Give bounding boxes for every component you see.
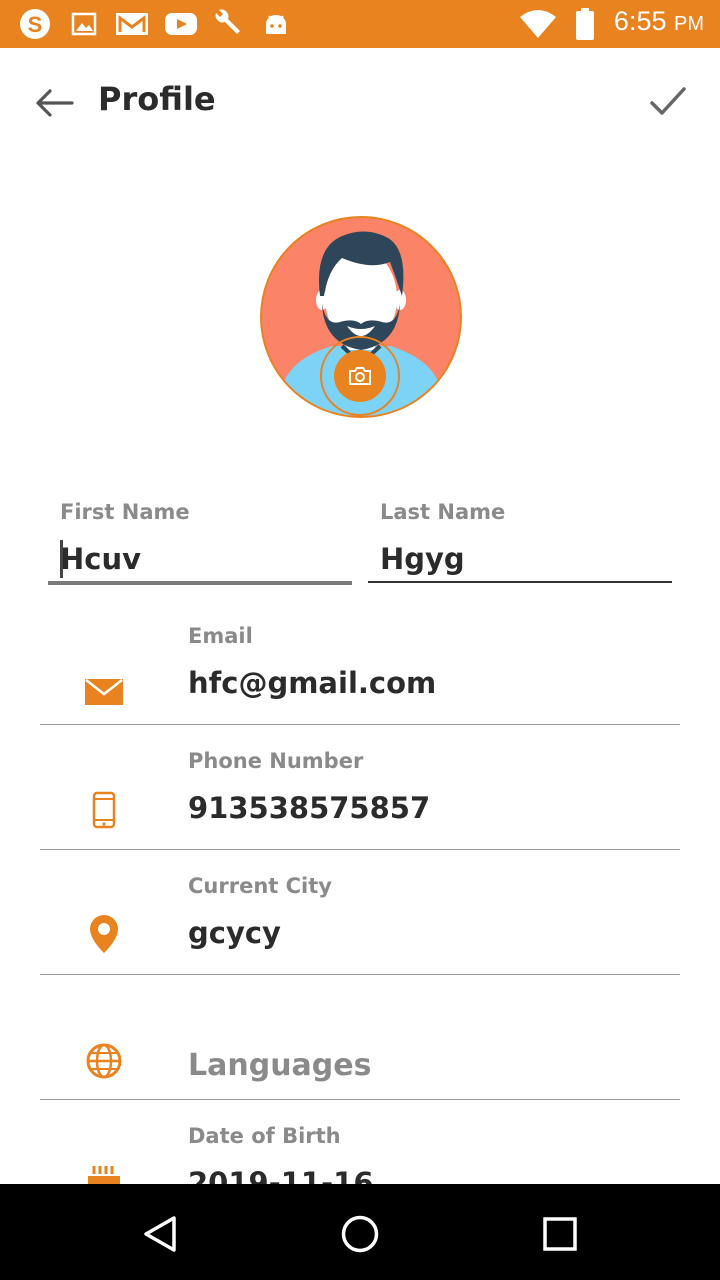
- first-name-label: First Name: [60, 500, 190, 524]
- change-photo-button[interactable]: [334, 350, 386, 402]
- city-label: Current City: [188, 874, 332, 898]
- first-name-underline: [48, 581, 352, 585]
- android-icon: [262, 8, 290, 40]
- status-bar: S 6:55 PM: [0, 0, 720, 48]
- phone-label: Phone Number: [188, 749, 364, 773]
- toolbar: Profile: [0, 48, 720, 158]
- nav-back-icon: [144, 1216, 176, 1252]
- last-name-label: Last Name: [380, 500, 506, 524]
- last-name-input[interactable]: Hgyg: [380, 542, 465, 576]
- wifi-icon: [518, 8, 558, 40]
- email-label: Email: [188, 624, 253, 648]
- nav-recents-button[interactable]: [534, 1208, 586, 1260]
- phone-field[interactable]: 913538575857: [188, 791, 430, 825]
- divider: [40, 849, 680, 850]
- nav-home-button[interactable]: [334, 1208, 386, 1260]
- youtube-icon: [164, 8, 198, 40]
- back-button[interactable]: [32, 86, 76, 120]
- svg-text:S: S: [28, 12, 43, 37]
- dob-label: Date of Birth: [188, 1124, 341, 1148]
- phone-icon: [84, 790, 124, 830]
- nav-home-icon: [341, 1215, 379, 1253]
- page-title: Profile: [98, 80, 216, 118]
- wrench-icon: [210, 8, 244, 40]
- nav-recents-icon: [543, 1217, 577, 1251]
- text-cursor: [60, 540, 63, 578]
- battery-icon: [574, 8, 596, 40]
- camera-icon: [349, 367, 371, 385]
- navigation-bar: [0, 1184, 720, 1280]
- last-name-underline: [368, 581, 672, 583]
- first-name-input[interactable]: Hcuv: [60, 542, 141, 576]
- skype-icon: S: [18, 8, 52, 40]
- envelope-icon: [84, 672, 124, 712]
- gmail-icon: [114, 8, 150, 40]
- arrow-left-icon: [36, 89, 74, 117]
- image-icon: [70, 8, 98, 40]
- divider: [40, 724, 680, 725]
- status-time: 6:55 PM: [613, 6, 704, 36]
- languages-field[interactable]: Languages: [188, 1048, 371, 1083]
- location-pin-icon: [84, 914, 124, 954]
- globe-icon: [84, 1041, 124, 1081]
- divider: [40, 1099, 680, 1100]
- email-field[interactable]: hfc@gmail.com: [188, 666, 436, 700]
- check-icon: [650, 87, 686, 115]
- divider: [40, 974, 680, 975]
- city-field[interactable]: gcycy: [188, 916, 281, 950]
- nav-back-button[interactable]: [134, 1208, 186, 1260]
- save-button[interactable]: [648, 84, 688, 120]
